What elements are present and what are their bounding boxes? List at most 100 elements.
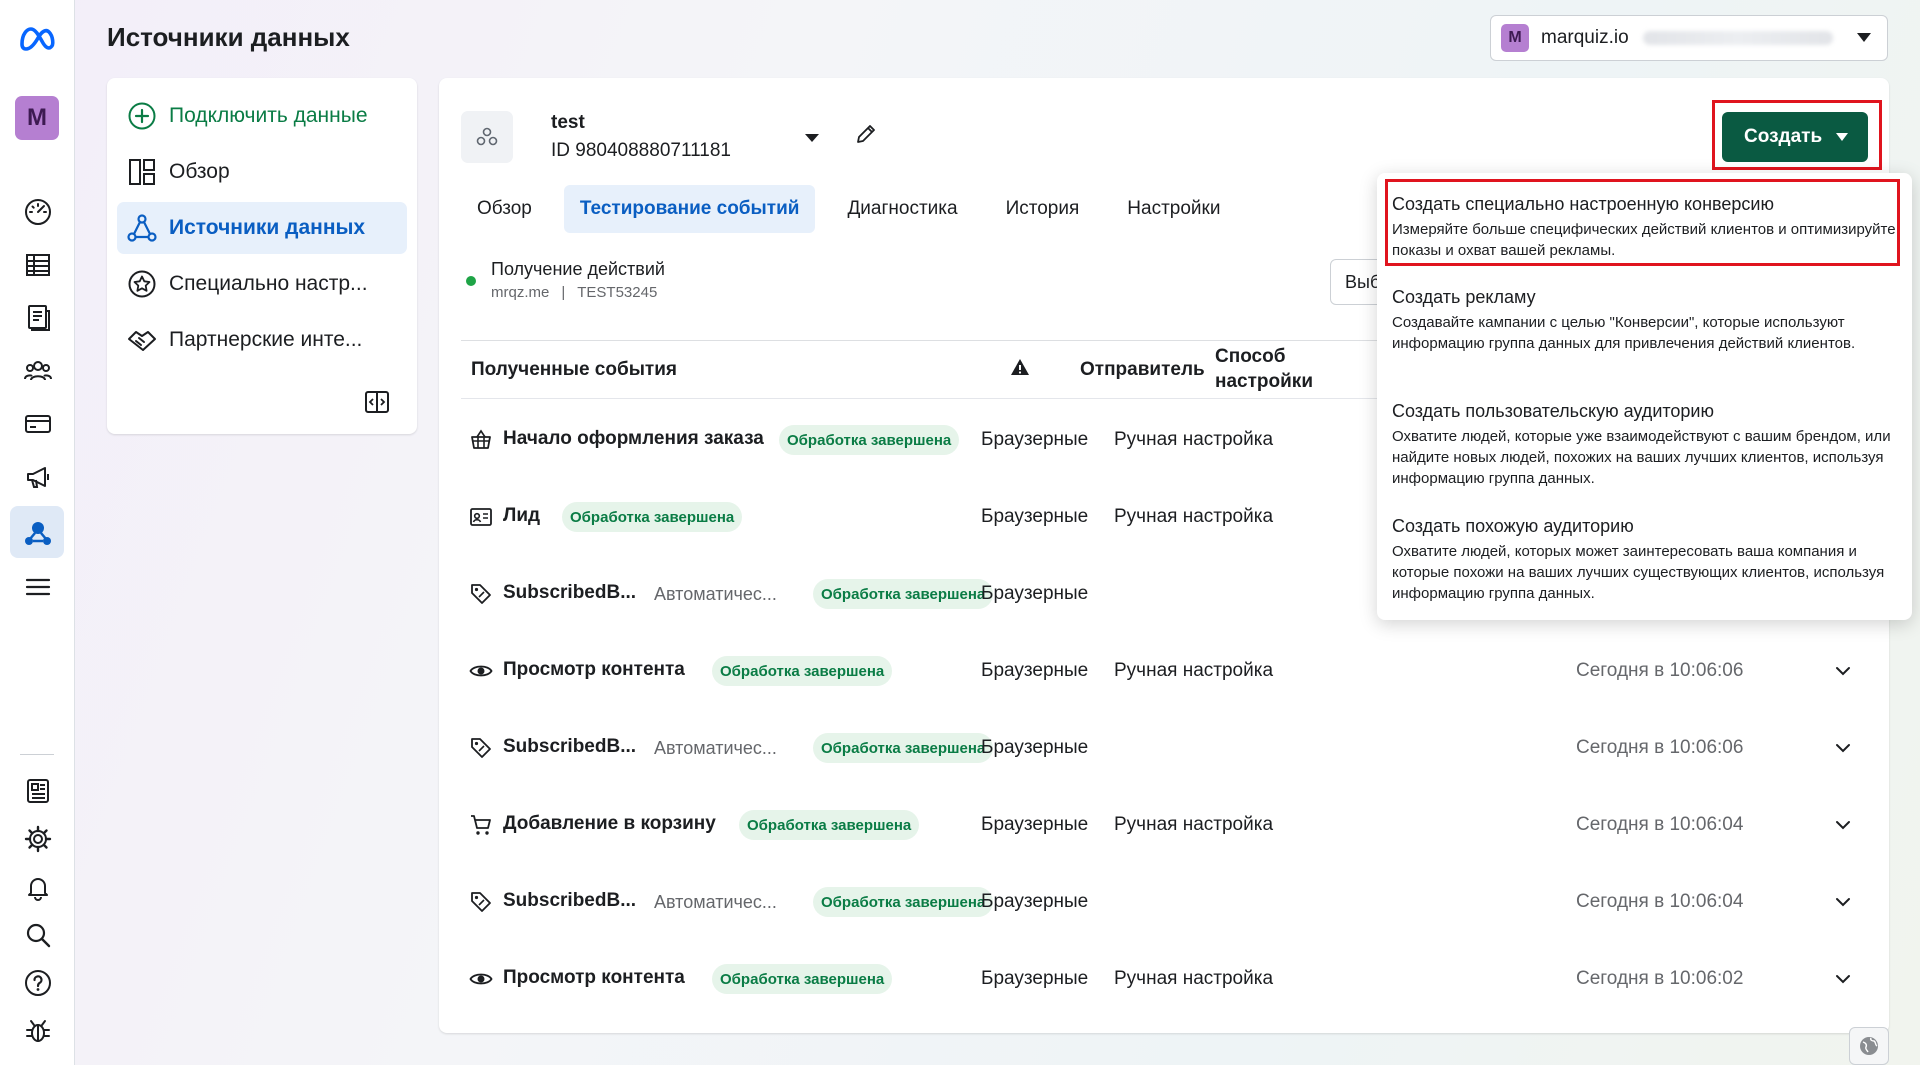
table-row[interactable]: SubscribedB... Автоматичес... Обработка … xyxy=(461,873,1867,933)
event-sender: Браузерные xyxy=(981,583,1089,604)
create-button-label: Создать xyxy=(1744,126,1823,147)
menu-item-title: Создать рекламу xyxy=(1392,287,1536,307)
event-sender: Браузерные xyxy=(981,891,1089,912)
table-row[interactable]: Добавление в корзину Обработка завершена… xyxy=(461,796,1867,856)
icon-rail: M xyxy=(0,0,75,1065)
cart-icon xyxy=(471,815,491,835)
dashboard-gauge-icon[interactable] xyxy=(19,193,56,230)
tab-settings[interactable]: Настройки xyxy=(1111,185,1236,233)
event-method: Ручная настройка xyxy=(1114,660,1274,681)
handshake-icon xyxy=(128,331,156,351)
nav-item-label: Партнерские инте... xyxy=(169,328,363,351)
table-grid-icon[interactable] xyxy=(19,246,56,283)
nav-item-label: Обзор xyxy=(169,160,230,183)
event-time: Сегодня в 10:06:06 xyxy=(1576,737,1744,758)
status-live-dot xyxy=(466,276,476,286)
help-icon[interactable] xyxy=(19,964,56,1001)
event-time: Сегодня в 10:06:06 xyxy=(1576,660,1744,681)
status-badge: Обработка завершена xyxy=(813,887,994,917)
table-row[interactable]: SubscribedB... Автоматичес... Обработка … xyxy=(461,719,1867,779)
account-id-redacted xyxy=(1642,31,1833,45)
nav-data-sources[interactable]: Источники данных xyxy=(117,202,407,254)
menu-item-desc: Создавайте кампании с целью "Конверсии",… xyxy=(1392,314,1856,352)
pages-icon[interactable] xyxy=(19,299,56,336)
tab-test-events[interactable]: Тестирование событий xyxy=(563,185,816,233)
settings-gear-icon[interactable] xyxy=(19,820,56,857)
warning-icon[interactable] xyxy=(1010,357,1030,377)
tag-icon xyxy=(471,738,491,758)
receiving-meta: mrqz.me | TEST53245 xyxy=(491,284,657,301)
chevron-down-icon xyxy=(1857,33,1871,42)
chevron-down-icon[interactable] xyxy=(1834,893,1852,911)
chevron-down-icon[interactable] xyxy=(1834,662,1852,680)
dataset-id: ID 980408880711181 xyxy=(551,140,731,161)
chevron-down-icon[interactable] xyxy=(1834,970,1852,988)
dataset-icon xyxy=(461,111,513,163)
collapse-sidebar-icon[interactable] xyxy=(363,388,391,416)
id-card-icon xyxy=(470,508,492,526)
page-title: Источники данных xyxy=(107,22,350,52)
data-sources-icon[interactable] xyxy=(19,514,56,551)
bug-report-icon[interactable] xyxy=(19,1012,56,1049)
account-name: marquiz.io xyxy=(1541,27,1629,48)
menu-item-desc: Охватите людей, которых может заинтересо… xyxy=(1392,543,1885,602)
edit-pencil-icon[interactable] xyxy=(853,121,879,147)
notifications-bell-icon[interactable] xyxy=(19,868,56,905)
megaphone-icon[interactable] xyxy=(19,458,56,495)
event-source: Автоматичес... xyxy=(654,584,777,604)
menu-hamburger-icon[interactable] xyxy=(19,568,56,605)
tab-history[interactable]: История xyxy=(990,185,1096,233)
menu-item-custom-audience[interactable]: Создать пользовательскую аудиторию Охват… xyxy=(1392,399,1902,489)
event-time: Сегодня в 10:06:04 xyxy=(1576,891,1744,912)
event-source: Автоматичес... xyxy=(654,892,777,912)
tag-icon xyxy=(471,584,491,604)
language-globe-button[interactable] xyxy=(1849,1027,1889,1065)
nav-item-label: Источники данных xyxy=(169,216,366,239)
billing-card-icon[interactable] xyxy=(19,405,56,442)
avatar[interactable]: M xyxy=(15,96,59,140)
ads-news-icon[interactable] xyxy=(19,772,56,809)
chevron-down-icon[interactable] xyxy=(1834,816,1852,834)
status-badge: Обработка завершена xyxy=(562,502,743,532)
nav-connect-data[interactable]: Подключить данные xyxy=(117,90,407,142)
menu-item-lookalike-audience[interactable]: Создать похожую аудиторию Охватите людей… xyxy=(1392,514,1902,604)
table-row[interactable]: Просмотр контента Обработка завершена Бр… xyxy=(461,642,1867,702)
account-selector[interactable]: M marquiz.io xyxy=(1490,15,1888,61)
col-header-method-1: Способ xyxy=(1215,346,1286,367)
event-sender: Браузерные xyxy=(981,429,1089,450)
nav-partner-integrations[interactable]: Партнерские инте... xyxy=(117,314,407,366)
eye-icon xyxy=(469,973,493,985)
meta-logo-icon[interactable] xyxy=(16,24,58,52)
status-badge: Обработка завершена xyxy=(813,579,994,609)
data-sources-icon xyxy=(127,214,157,242)
col-header-events: Полученные события xyxy=(471,359,678,380)
nav-overview[interactable]: Обзор xyxy=(117,146,407,198)
test-code: TEST53245 xyxy=(577,284,658,301)
event-sender: Браузерные xyxy=(981,660,1089,681)
event-name: SubscribedB... xyxy=(503,582,637,603)
menu-item-title: Создать похожую аудиторию xyxy=(1392,516,1634,536)
menu-highlight-frame xyxy=(1385,179,1900,266)
status-badge: Обработка завершена xyxy=(739,810,920,840)
search-icon[interactable] xyxy=(19,916,56,953)
audience-people-icon[interactable] xyxy=(19,352,56,389)
tag-icon xyxy=(471,892,491,912)
nav-item-label: Специально настр... xyxy=(169,272,368,295)
dataset-switch-chevron-icon[interactable] xyxy=(805,134,819,142)
event-method: Ручная настройка xyxy=(1114,506,1274,527)
nav-item-label: Подключить данные xyxy=(169,104,368,127)
table-row[interactable]: Просмотр контента Обработка завершена Бр… xyxy=(461,950,1867,1010)
event-name: SubscribedB... xyxy=(503,890,637,911)
col-header-sender: Отправитель xyxy=(1080,359,1205,380)
tab-diagnostics[interactable]: Диагностика xyxy=(831,185,973,233)
chevron-down-icon[interactable] xyxy=(1834,739,1852,757)
tab-overview[interactable]: Обзор xyxy=(461,185,548,233)
nav-custom-conversions[interactable]: Специально настр... xyxy=(117,258,407,310)
event-method: Ручная настройка xyxy=(1114,429,1274,450)
menu-item-title: Создать пользовательскую аудиторию xyxy=(1392,401,1714,421)
event-sender: Браузерные xyxy=(981,737,1089,758)
menu-item-create-ad[interactable]: Создать рекламу Создавайте кампании с це… xyxy=(1392,285,1902,354)
account-avatar: M xyxy=(1501,24,1529,52)
create-button[interactable]: Создать xyxy=(1722,112,1868,162)
event-name: Лид xyxy=(503,505,541,526)
